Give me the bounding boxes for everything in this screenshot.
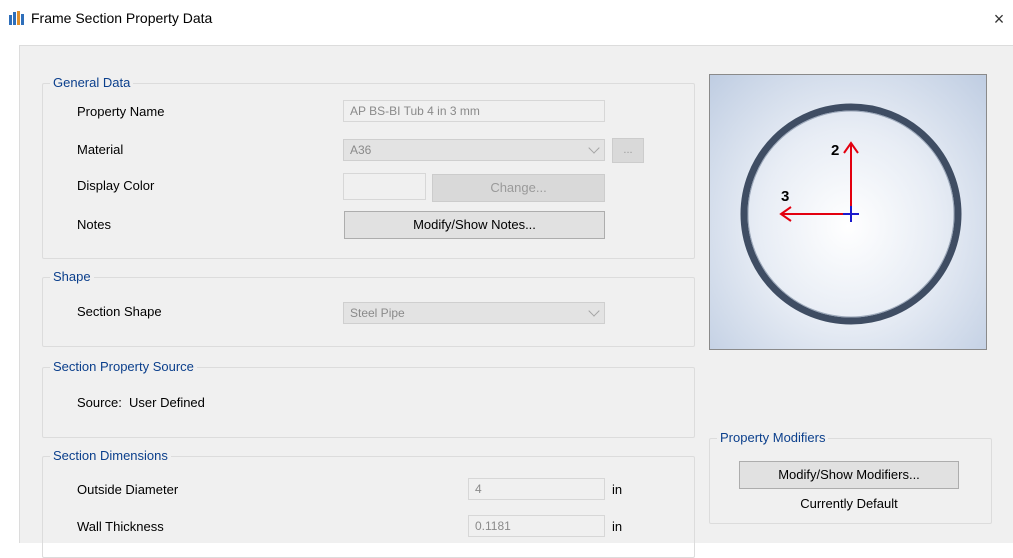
material-label: Material bbox=[77, 142, 124, 157]
wall-thickness-field[interactable]: 0.1181 bbox=[468, 515, 605, 537]
section-dimensions-group: Section Dimensions bbox=[42, 448, 695, 558]
shape-group-label: Shape bbox=[50, 269, 94, 285]
outside-diameter-unit: in bbox=[612, 482, 623, 497]
material-select[interactable]: A36 bbox=[343, 139, 605, 161]
wall-thickness-unit: in bbox=[612, 519, 623, 534]
general-data-group-label: General Data bbox=[50, 75, 134, 91]
material-select-value: A36 bbox=[350, 143, 372, 157]
window-title: Frame Section Property Data bbox=[31, 10, 213, 26]
property-name-field[interactable]: AP BS-BI Tub 4 in 3 mm bbox=[343, 100, 605, 122]
section-preview: 2 3 bbox=[709, 74, 987, 350]
section-shape-value: Steel Pipe bbox=[350, 306, 405, 320]
axis-2-label: 2 bbox=[831, 142, 839, 159]
close-button[interactable]: × bbox=[987, 6, 1011, 32]
section-shape-select[interactable]: Steel Pipe bbox=[343, 302, 605, 324]
modifiers-status: Currently Default bbox=[800, 496, 898, 511]
outside-diameter-field[interactable]: 4 bbox=[468, 478, 605, 500]
title-bar: Frame Section Property Data × bbox=[0, 0, 1013, 38]
change-color-button[interactable]: Change... bbox=[432, 174, 605, 202]
chevron-down-icon bbox=[588, 142, 600, 154]
wall-thickness-label: Wall Thickness bbox=[77, 519, 164, 534]
modify-show-notes-button[interactable]: Modify/Show Notes... bbox=[344, 211, 605, 239]
axis-3-label: 3 bbox=[781, 188, 789, 205]
outside-diameter-label: Outside Diameter bbox=[77, 482, 179, 497]
modify-show-modifiers-button[interactable]: Modify/Show Modifiers... bbox=[739, 461, 959, 489]
section-shape-label: Section Shape bbox=[77, 304, 162, 319]
chevron-down-icon bbox=[588, 305, 600, 317]
section-dimensions-group-label: Section Dimensions bbox=[50, 448, 171, 464]
display-color-swatch bbox=[343, 173, 426, 200]
section-preview-drawing: 2 3 bbox=[740, 103, 962, 325]
app-icon bbox=[9, 11, 24, 25]
source-text: Source: User Defined bbox=[77, 395, 205, 410]
notes-label: Notes bbox=[77, 217, 111, 232]
property-name-label: Property Name bbox=[77, 104, 165, 119]
display-color-label: Display Color bbox=[77, 178, 155, 193]
material-browse-button[interactable]: ... bbox=[612, 138, 644, 163]
property-modifiers-group-label: Property Modifiers bbox=[717, 430, 829, 446]
section-property-source-group-label: Section Property Source bbox=[50, 359, 197, 375]
